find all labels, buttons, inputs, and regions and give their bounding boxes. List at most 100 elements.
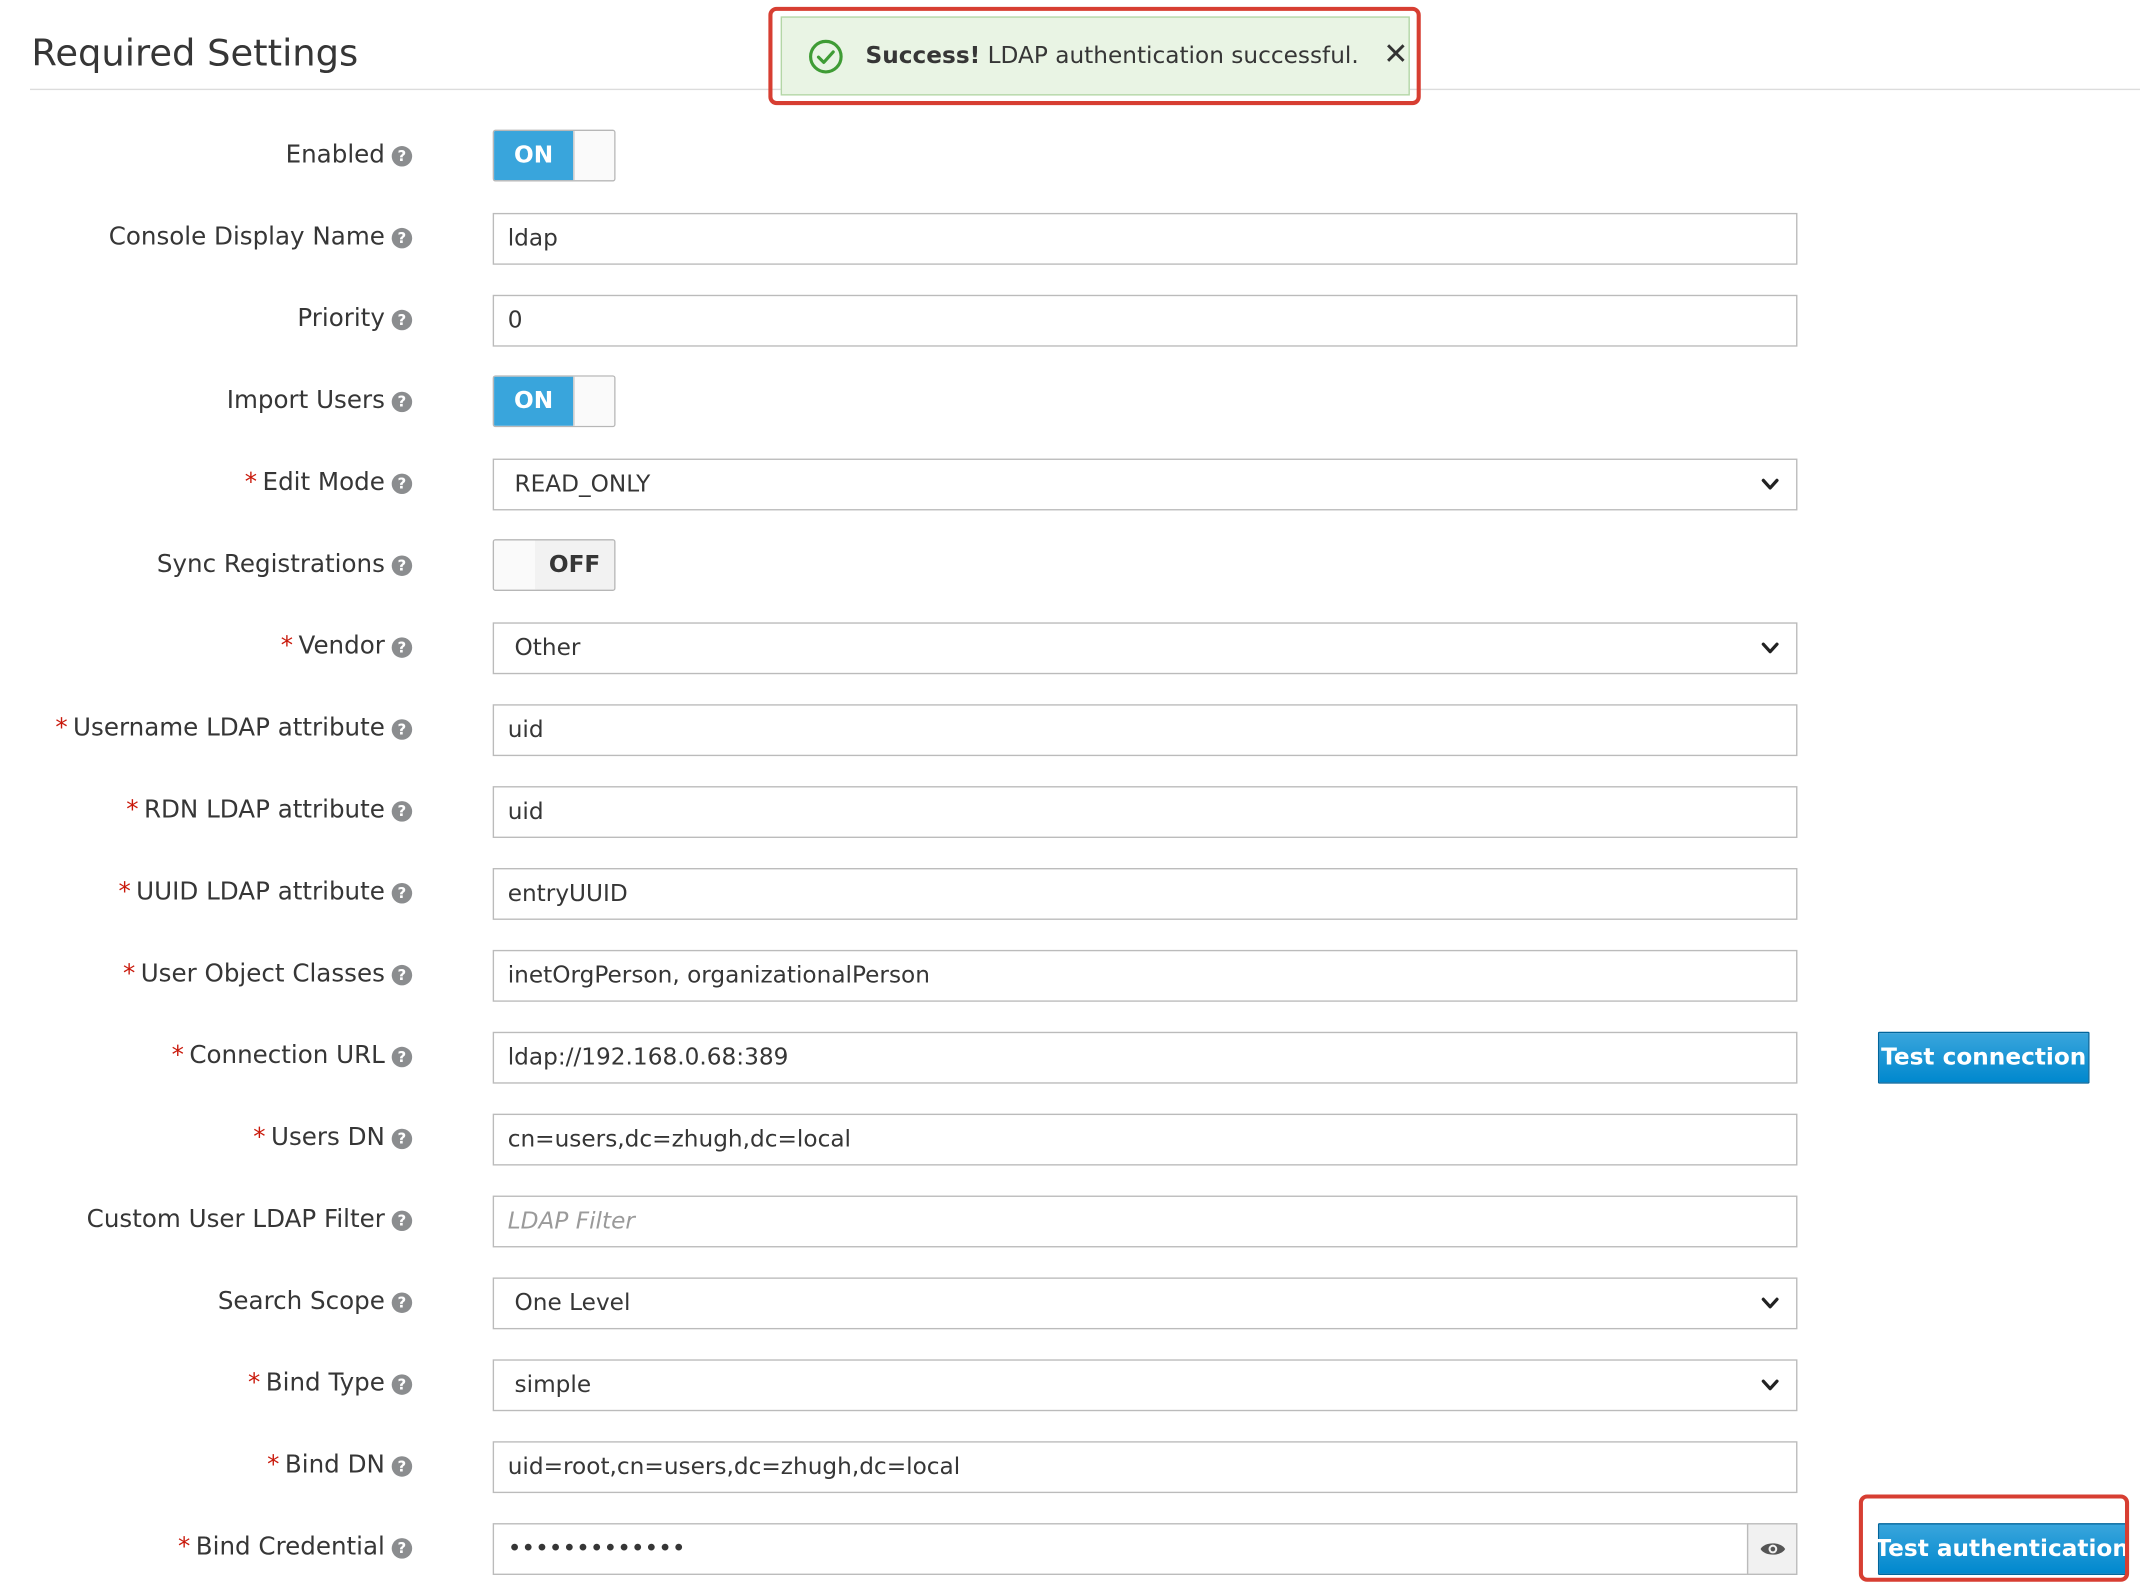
required-marker: *	[280, 631, 294, 661]
label-text: Edit Mode	[262, 468, 385, 497]
label-text: Connection URL	[189, 1041, 385, 1071]
label-bind-dn: * Bind DN?	[267, 1440, 413, 1492]
select-value: READ_ONLY	[514, 470, 651, 499]
help-icon[interactable]: ?	[391, 1537, 413, 1558]
help-icon[interactable]: ?	[391, 1373, 413, 1395]
label-text: Enabled	[285, 140, 385, 170]
success-alert: Success! LDAP authentication successful.…	[780, 16, 1410, 96]
bind-credential-input[interactable]	[492, 1523, 1749, 1575]
help-icon[interactable]: ?	[391, 718, 413, 740]
label-text: UUID LDAP attribute	[136, 877, 385, 907]
label-text: Username LDAP attribute	[73, 713, 385, 743]
bind-dn-input[interactable]	[492, 1441, 1798, 1494]
connection-url-input[interactable]	[492, 1031, 1798, 1084]
label-custom-user-ldap-filter: Custom User LDAP Filter?	[86, 1194, 413, 1246]
label-bind-type: * Bind Type?	[248, 1358, 413, 1410]
label-connection-url: * Connection URL?	[172, 1030, 413, 1082]
bind-type-select[interactable]: simple	[492, 1359, 1798, 1412]
alert-text: Success! LDAP authentication successful.	[866, 42, 1359, 69]
label-text: RDN LDAP attribute	[143, 795, 385, 825]
help-icon[interactable]: ?	[391, 309, 413, 330]
test-connection-button[interactable]: Test connection	[1877, 1031, 2090, 1084]
help-icon[interactable]: ?	[391, 145, 413, 166]
chevron-down-icon	[1761, 1379, 1779, 1391]
required-marker: *	[122, 959, 136, 989]
success-check-icon	[809, 39, 843, 73]
toggle-knob	[573, 376, 615, 426]
help-icon[interactable]: ?	[391, 1291, 413, 1313]
sync-registrations-toggle[interactable]: OFF	[492, 539, 616, 591]
help-icon[interactable]: ?	[391, 472, 413, 494]
required-marker: *	[178, 1532, 191, 1562]
show-password-button[interactable]	[1746, 1523, 1798, 1575]
select-value: Other	[514, 634, 581, 662]
help-icon[interactable]: ?	[391, 227, 413, 248]
close-icon[interactable]: ✕	[1383, 40, 1408, 71]
label-text: Priority	[297, 304, 385, 334]
required-marker: *	[248, 1368, 261, 1398]
label-text: User Object Classes	[140, 959, 385, 989]
required-marker: *	[126, 795, 139, 825]
search-scope-select[interactable]: One Level	[492, 1277, 1798, 1330]
required-marker: *	[55, 713, 68, 743]
required-marker: *	[253, 1123, 266, 1152]
priority-input[interactable]	[492, 294, 1798, 347]
label-text: Vendor	[298, 631, 385, 661]
page: Required Settings Success! LDAP authenti…	[0, 0, 2140, 1594]
chevron-down-icon	[1761, 642, 1779, 654]
alert-title: Success!	[865, 42, 981, 70]
uuid-ldap-attribute-input[interactable]	[492, 868, 1798, 920]
user-object-classes-input[interactable]	[492, 949, 1798, 1002]
console-display-name-input[interactable]	[492, 212, 1798, 265]
chevron-down-icon	[1761, 478, 1779, 490]
help-icon[interactable]: ?	[391, 964, 413, 985]
test-authentication-button[interactable]: Test authentication	[1875, 1523, 2129, 1575]
eye-icon	[1759, 1543, 1785, 1555]
label-text: Import Users	[226, 386, 385, 415]
required-marker: *	[171, 1041, 184, 1071]
toggle-state: OFF	[535, 540, 615, 590]
label-text: Custom User LDAP Filter	[86, 1205, 385, 1234]
label-text: Bind Type	[265, 1368, 385, 1398]
label-bind-credential: * Bind Credential?	[178, 1522, 413, 1574]
toggle-state: ON	[494, 131, 574, 181]
users-dn-input[interactable]	[492, 1113, 1798, 1166]
help-icon[interactable]: ?	[391, 800, 413, 821]
label-rdn-ldap-attribute: * RDN LDAP attribute?	[126, 785, 413, 837]
label-search-scope: Search Scope?	[217, 1276, 413, 1328]
label-vendor: * Vendor?	[280, 621, 413, 673]
alert-message: LDAP authentication successful.	[980, 42, 1359, 70]
custom-user-ldap-filter-input[interactable]	[492, 1195, 1798, 1248]
label-sync-registrations: Sync Registrations?	[156, 539, 413, 591]
required-marker: *	[118, 877, 131, 907]
label-text: Search Scope	[217, 1287, 385, 1316]
label-uuid-ldap-attribute: * UUID LDAP attribute?	[118, 867, 413, 919]
help-icon[interactable]: ?	[391, 554, 413, 576]
label-console-display-name: Console Display Name?	[108, 212, 413, 264]
label-username-ldap-attribute: * Username LDAP attribute?	[55, 703, 413, 755]
label-import-users: Import Users?	[226, 375, 413, 427]
label-text: Sync Registrations	[156, 550, 385, 579]
label-text: Bind Credential	[195, 1532, 385, 1562]
required-marker: *	[244, 468, 258, 497]
label-enabled: Enabled?	[286, 130, 413, 182]
toggle-knob	[573, 131, 615, 181]
label-edit-mode: * Edit Mode?	[244, 457, 413, 509]
import-users-toggle[interactable]: ON	[492, 375, 616, 428]
enabled-toggle[interactable]: ON	[492, 129, 616, 182]
chevron-down-icon	[1761, 1297, 1779, 1309]
help-icon[interactable]: ?	[391, 1128, 413, 1149]
help-icon[interactable]: ?	[391, 391, 413, 412]
label-text: Users DN	[270, 1123, 385, 1152]
help-icon[interactable]: ?	[391, 1455, 413, 1477]
vendor-select[interactable]: Other	[492, 622, 1798, 675]
toggle-knob	[494, 540, 537, 590]
help-icon[interactable]: ?	[391, 636, 413, 658]
help-icon[interactable]: ?	[391, 1046, 413, 1067]
rdn-ldap-attribute-input[interactable]	[492, 786, 1798, 838]
help-icon[interactable]: ?	[391, 882, 413, 903]
label-text: Console Display Name	[108, 222, 385, 252]
edit-mode-select[interactable]: READ_ONLY	[492, 458, 1798, 511]
username-ldap-attribute-input[interactable]	[492, 704, 1798, 757]
help-icon[interactable]: ?	[391, 1209, 413, 1231]
